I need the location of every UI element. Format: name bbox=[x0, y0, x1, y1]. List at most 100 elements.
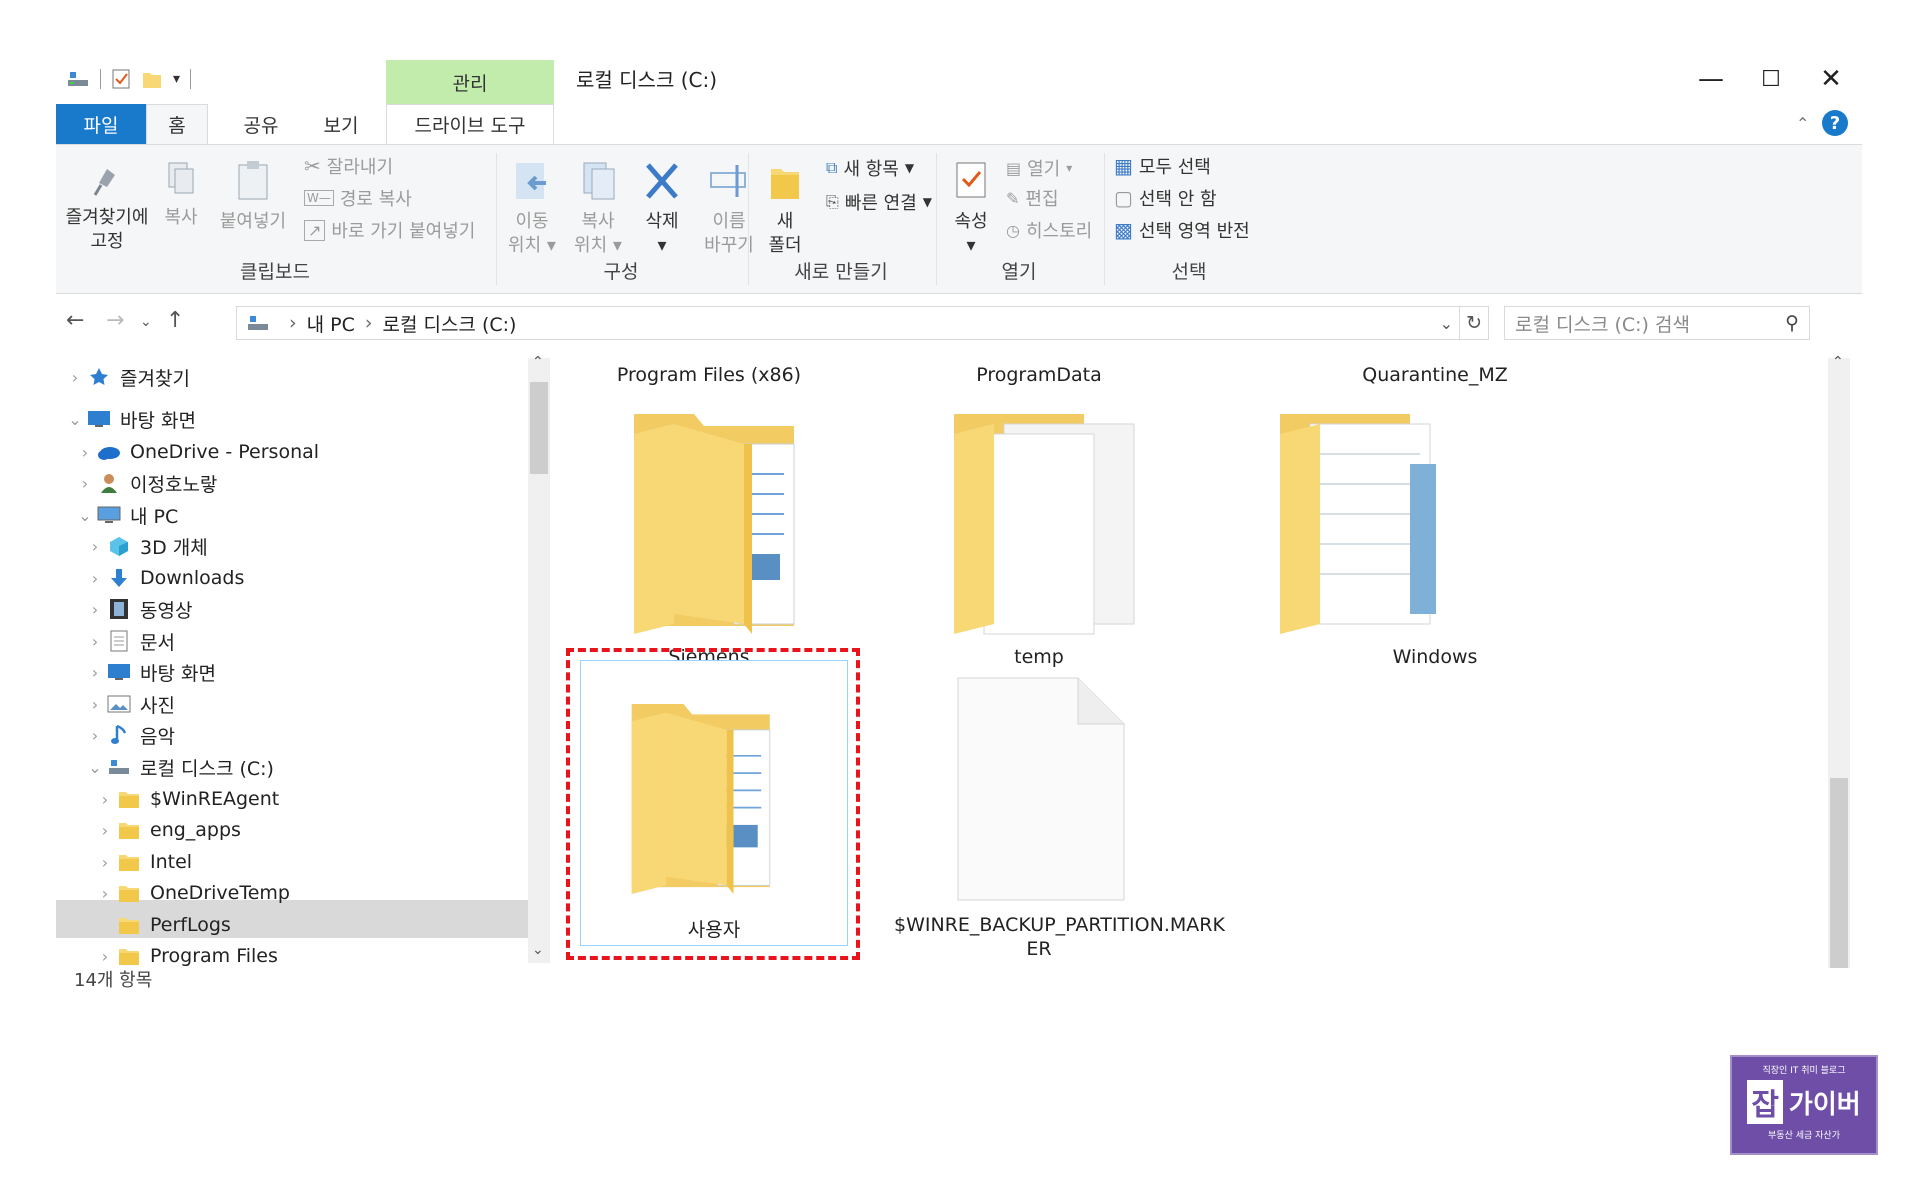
move-to-button[interactable]: 이동 위치 ▾ bbox=[504, 159, 560, 258]
file-name[interactable]: ProgramData bbox=[894, 364, 1184, 386]
nav-scroll-thumb[interactable] bbox=[530, 382, 548, 474]
tab-share[interactable]: 공유 bbox=[226, 104, 296, 144]
help-icon[interactable]: ? bbox=[1822, 110, 1848, 136]
nav-scrollbar[interactable]: ⌃ ⌄ bbox=[528, 354, 550, 963]
content-scrollbar[interactable]: ⌃ bbox=[1828, 354, 1850, 968]
pin-to-quick-access-button[interactable]: 즐겨찾기에 고정 bbox=[64, 159, 150, 254]
expand-chevron-right-icon[interactable]: › bbox=[74, 474, 96, 493]
recent-locations-icon[interactable]: ⌄ bbox=[140, 314, 152, 330]
customize-qat-icon[interactable]: ▾ bbox=[173, 71, 180, 87]
ribbon-home: 즐겨찾기에 고정 복사 붙여넣기 ✂ 잘라내기 W— 경로 복사 ↗ 바로 가기 붙여… bbox=[56, 144, 1862, 294]
nav-item-label: 로컬 디스크 (C:) bbox=[140, 757, 274, 780]
document-icon bbox=[106, 630, 132, 652]
invert-selection-button[interactable]: ▩ 선택 영역 반전 bbox=[1114, 217, 1250, 243]
properties-button[interactable]: 속성 ▾ bbox=[946, 159, 996, 258]
open-button[interactable]: ▤ 열기 ▾ bbox=[1006, 155, 1072, 181]
close-button[interactable]: ✕ bbox=[1806, 62, 1856, 96]
file-name[interactable]: Quarantine_MZ bbox=[1290, 364, 1580, 386]
copy-to-button[interactable]: 복사 위치 ▾ bbox=[570, 159, 626, 258]
folder-siemens[interactable] bbox=[624, 404, 844, 648]
expand-chevron-right-icon[interactable]: › bbox=[94, 853, 116, 872]
expand-chevron-right-icon[interactable]: › bbox=[84, 695, 106, 714]
address-bar[interactable]: › 내 PC › 로컬 디스크 (C:) ⌄ ↻ bbox=[236, 306, 1489, 340]
tab-view[interactable]: 보기 bbox=[306, 104, 376, 144]
expand-chevron-right-icon[interactable]: › bbox=[84, 537, 106, 556]
expand-chevron-down-icon[interactable]: ⌄ bbox=[84, 758, 106, 777]
folder-temp[interactable] bbox=[944, 404, 1164, 648]
pin-icon bbox=[93, 169, 115, 196]
scroll-up-icon[interactable]: ⌃ bbox=[1832, 354, 1844, 370]
expand-chevron-right-icon[interactable]: › bbox=[84, 726, 106, 745]
file-name[interactable]: 사용자 bbox=[581, 915, 847, 942]
file-winre-backup[interactable] bbox=[956, 676, 1126, 906]
select-all-button[interactable]: ▦ 모두 선택 bbox=[1114, 153, 1211, 179]
paste-button[interactable]: 붙여넣기 bbox=[212, 159, 294, 234]
delete-button[interactable]: 삭제 ▾ bbox=[634, 159, 690, 258]
folder-users[interactable] bbox=[623, 689, 813, 913]
expand-chevron-right-icon[interactable]: › bbox=[94, 947, 116, 966]
content-scroll-thumb[interactable] bbox=[1830, 778, 1848, 968]
expand-chevron-right-icon[interactable]: › bbox=[94, 821, 116, 840]
nav-item[interactable]: › 즐겨찾기 bbox=[64, 358, 190, 396]
folder-icon bbox=[116, 819, 142, 841]
breadcrumb-my-pc[interactable]: 내 PC bbox=[307, 310, 355, 337]
minimize-button[interactable]: — bbox=[1686, 62, 1736, 96]
new-folder-big-icon bbox=[771, 169, 799, 199]
tab-home[interactable]: 홈 bbox=[146, 104, 208, 144]
expand-chevron-right-icon[interactable]: › bbox=[74, 443, 96, 462]
scroll-down-icon[interactable]: ⌄ bbox=[532, 942, 544, 958]
new-folder-icon[interactable] bbox=[141, 68, 163, 90]
expand-chevron-right-icon[interactable]: › bbox=[84, 569, 106, 588]
context-tab-group-manage: 관리 bbox=[386, 60, 554, 104]
folder-icon bbox=[1280, 414, 1436, 634]
picture-icon bbox=[106, 693, 132, 715]
back-icon[interactable]: ← bbox=[66, 308, 84, 333]
folder-windows[interactable] bbox=[1270, 404, 1490, 648]
expand-chevron-right-icon[interactable]: › bbox=[84, 632, 106, 651]
select-none-button[interactable]: ▢ 선택 안 함 bbox=[1114, 185, 1217, 211]
file-name[interactable]: $WINRE_BACKUP_PARTITION.MARK bbox=[894, 914, 1225, 936]
up-icon[interactable]: ↑ bbox=[166, 308, 184, 333]
file-name[interactable]: ER bbox=[894, 938, 1184, 960]
copy-path-button[interactable]: W— 경로 복사 bbox=[304, 185, 412, 211]
expand-chevron-right-icon[interactable]: › bbox=[94, 790, 116, 809]
file-name[interactable]: temp bbox=[894, 646, 1184, 668]
history-button[interactable]: ◷ 히스토리 bbox=[1006, 217, 1092, 243]
group-label-new: 새로 만들기 bbox=[794, 261, 888, 283]
tab-file[interactable]: 파일 bbox=[56, 104, 146, 144]
paste-shortcut-button[interactable]: ↗ 바로 가기 붙여넣기 bbox=[304, 217, 475, 243]
drive-icon bbox=[248, 316, 268, 330]
nav-item-label: 내 PC bbox=[130, 505, 179, 528]
drive-icon[interactable] bbox=[66, 69, 90, 89]
select-none-icon: ▢ bbox=[1114, 186, 1133, 210]
file-list: Program Files (x86) ProgramData Quaranti… bbox=[564, 354, 1862, 1158]
forward-icon[interactable]: → bbox=[106, 308, 124, 333]
expand-chevron-down-icon[interactable]: ⌄ bbox=[74, 506, 96, 525]
easy-access-button[interactable]: ⎘ 빠른 연결 ▼ bbox=[826, 189, 932, 215]
breadcrumb-local-disk[interactable]: 로컬 디스크 (C:) bbox=[382, 310, 516, 337]
address-dropdown-icon[interactable]: ⌄ bbox=[1440, 314, 1459, 333]
edit-button[interactable]: ✎ 편집 bbox=[1006, 185, 1059, 211]
copy-button[interactable]: 복사 bbox=[154, 159, 208, 230]
search-input[interactable]: 로컬 디스크 (C:) 검색 ⚲ bbox=[1504, 306, 1810, 340]
rename-button[interactable]: 이름 바꾸기 bbox=[696, 159, 762, 258]
properties-check-icon[interactable] bbox=[111, 68, 131, 90]
expand-chevron-right-icon[interactable]: › bbox=[84, 663, 106, 682]
cut-button[interactable]: ✂ 잘라내기 bbox=[304, 153, 393, 179]
collapse-ribbon-icon[interactable]: ⌃ bbox=[1796, 114, 1809, 133]
new-folder-button[interactable]: 새 폴더 bbox=[756, 159, 814, 258]
expand-chevron-right-icon[interactable]: › bbox=[64, 368, 86, 387]
star-icon bbox=[86, 366, 112, 388]
expand-chevron-right-icon[interactable]: › bbox=[84, 600, 106, 619]
refresh-icon[interactable]: ↻ bbox=[1459, 307, 1488, 339]
expand-chevron-down-icon[interactable]: ⌄ bbox=[64, 410, 86, 429]
file-name[interactable]: Program Files (x86) bbox=[564, 364, 854, 386]
file-name[interactable]: Windows bbox=[1290, 646, 1580, 668]
expand-chevron-right-icon[interactable]: › bbox=[94, 884, 116, 903]
new-item-button[interactable]: ⧉ 새 항목 ▼ bbox=[826, 155, 914, 181]
maximize-button[interactable]: ☐ bbox=[1746, 62, 1796, 96]
scroll-up-icon[interactable]: ⌃ bbox=[532, 354, 544, 370]
tab-drive-tools[interactable]: 드라이브 도구 bbox=[386, 104, 554, 144]
folder-users-selected[interactable]: 사용자 bbox=[580, 660, 848, 946]
explorer-window: ▾ 관리 로컬 디스크 (C:) — ☐ ✕ 파일 홈 공유 보기 드라이브 도… bbox=[56, 48, 1862, 1158]
